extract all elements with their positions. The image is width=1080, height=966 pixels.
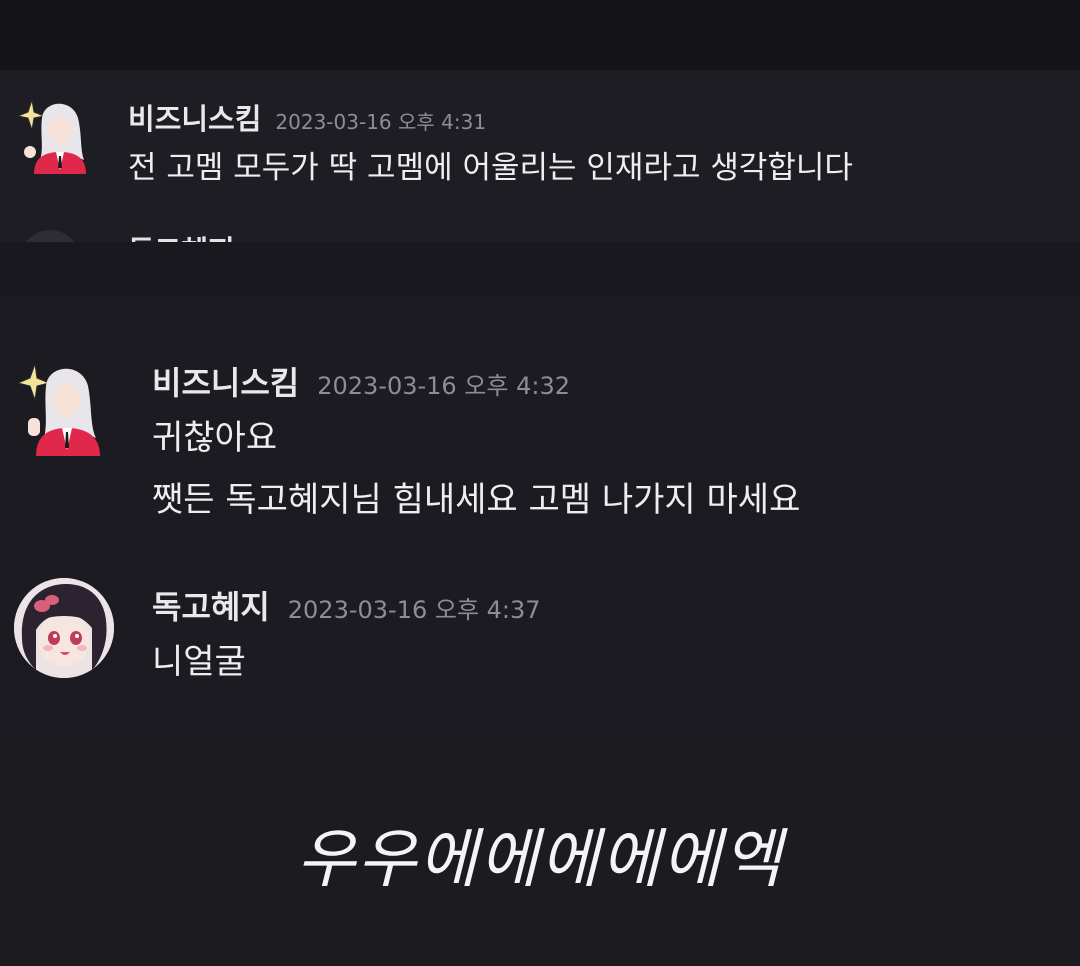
message-header: 비즈니스킴 2023-03-16 오후 4:31 (128, 96, 486, 138)
user-avatar[interactable] (14, 356, 106, 456)
message-text: 니얼굴 (152, 642, 246, 682)
message-text: 쨋든 독고혜지님 힘내세요 고멤 나가지 마세요 (152, 480, 801, 520)
chat-screenshot-1: 비즈니스킴 2023-03-16 오후 4:31 전 고멤 모두가 딱 고멤에 어… (0, 70, 1080, 242)
separator-band (0, 242, 1080, 296)
username[interactable]: 비즈니스킴 (152, 364, 299, 402)
user-avatar[interactable] (20, 230, 80, 242)
timestamp: 2023-03-16 오후 4:31 (275, 110, 487, 134)
chat-screenshot-2: 비즈니스킴 2023-03-16 오후 4:32 귀찮아요 쨋든 독고혜지님 힘내… (0, 296, 1080, 744)
timestamp: 2023-03-16 오후 4:37 (287, 596, 541, 624)
top-background-band (0, 0, 1080, 70)
username[interactable]: 독고혜지 (152, 588, 270, 626)
dark-haired-character-avatar-icon (14, 578, 114, 678)
username[interactable]: 독고혜지 (128, 228, 235, 242)
timestamp: 2023-03-16 오후 4:32 (317, 372, 570, 400)
white-haired-character-avatar-icon (16, 363, 100, 456)
message-text: 귀찮아요 (152, 418, 278, 458)
username[interactable]: 비즈니스킴 (128, 102, 261, 136)
message-header: 독고혜지 2023-03-16 오후 4:37 (152, 582, 541, 628)
handwritten-caption: 우우에에에에에엑 (296, 823, 784, 897)
white-haired-character-avatar-icon (16, 99, 86, 174)
message-header: 비즈니스킴 2023-03-16 오후 4:32 (152, 358, 570, 404)
user-avatar[interactable] (14, 94, 94, 174)
user-avatar[interactable] (14, 578, 114, 678)
message-text: 전 고멤 모두가 딱 고멤에 어울리는 인재라고 생각합니다 (128, 150, 853, 186)
